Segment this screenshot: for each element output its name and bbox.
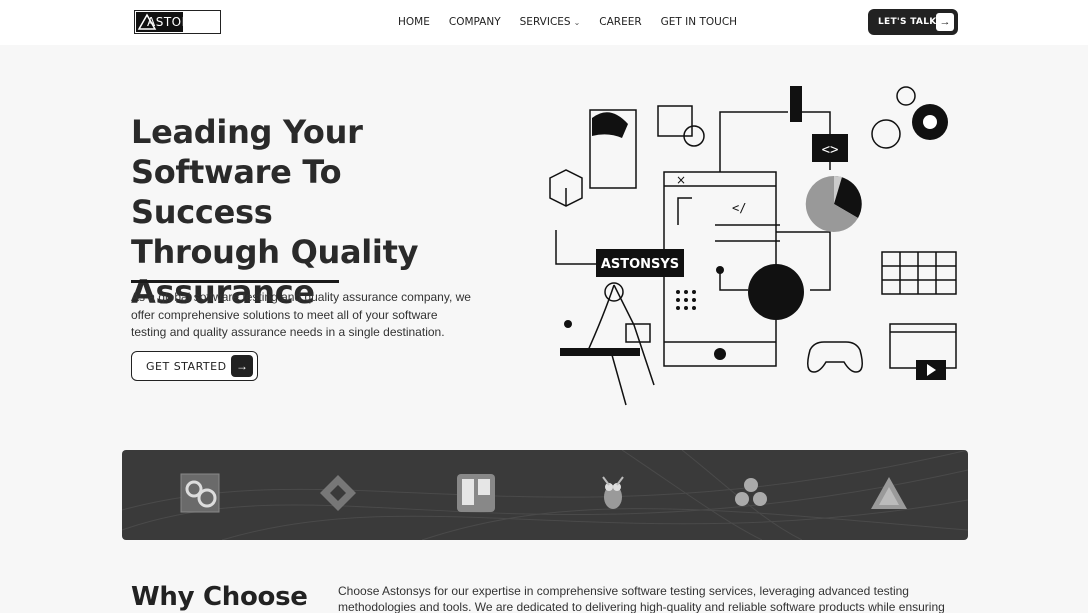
asana-icon[interactable] [730, 472, 772, 514]
lets-talk-button[interactable]: LET'S TALK → [868, 9, 958, 35]
why-choose-heading: Why Choose [131, 582, 308, 612]
nav-career-label: CAREER [599, 16, 642, 28]
nav-home[interactable]: HOME [398, 16, 430, 28]
nav-get-in-touch-label: GET IN TOUCH [660, 16, 738, 28]
lets-talk-label: LET'S TALK [878, 17, 937, 27]
nav-career[interactable]: CAREER [599, 16, 641, 28]
band-decorative-lines [122, 450, 968, 540]
nav-services[interactable]: SERVICES ⌄ [520, 16, 581, 28]
hero-title-line: Leading Your [131, 113, 363, 151]
chevron-down-icon: ⌄ [573, 17, 581, 27]
svg-text:<>: <> [822, 142, 839, 158]
svg-text:×: × [676, 173, 686, 187]
why-choose-text: Choose Astonsys for our expertise in com… [338, 584, 945, 613]
mantis-icon[interactable] [592, 472, 634, 514]
hero-illustration: <> </ × ASTONSYS [549, 86, 957, 406]
nav-home-label: HOME [398, 16, 430, 28]
nav-company[interactable]: COMPANY [449, 16, 501, 28]
main-nav: HOME COMPANY SERVICES ⌄ CAREER GET IN TOU… [398, 16, 737, 28]
automation-gear-icon[interactable] [179, 472, 221, 514]
nav-company-label: COMPANY [448, 16, 501, 28]
get-started-button[interactable]: GET STARTED → [131, 351, 258, 381]
jira-icon[interactable] [317, 472, 359, 514]
site-header: ASTONSYS HOME COMPANY SERVICES ⌄ CAREER G… [0, 0, 1088, 45]
arrow-right-icon: → [936, 13, 954, 31]
trello-icon[interactable] [455, 472, 497, 514]
logo[interactable]: ASTONSYS [134, 10, 221, 34]
hero-description: As a global software testing and quality… [131, 290, 471, 339]
logo-text: ASTONSYS [147, 15, 216, 29]
illustration-label: ASTONSYS [601, 257, 679, 272]
hero-title-line: Software To Success [131, 153, 342, 231]
nav-services-label: SERVICES [519, 16, 571, 28]
tools-band [122, 450, 968, 540]
arrow-right-icon: → [231, 355, 253, 377]
svg-text:</: </ [732, 201, 746, 215]
hero-divider [131, 280, 339, 283]
get-started-label: GET STARTED [146, 359, 227, 373]
testrail-icon[interactable] [868, 472, 910, 514]
hero-title-line: Through Quality [131, 233, 419, 271]
nav-get-in-touch[interactable]: GET IN TOUCH [661, 16, 737, 28]
